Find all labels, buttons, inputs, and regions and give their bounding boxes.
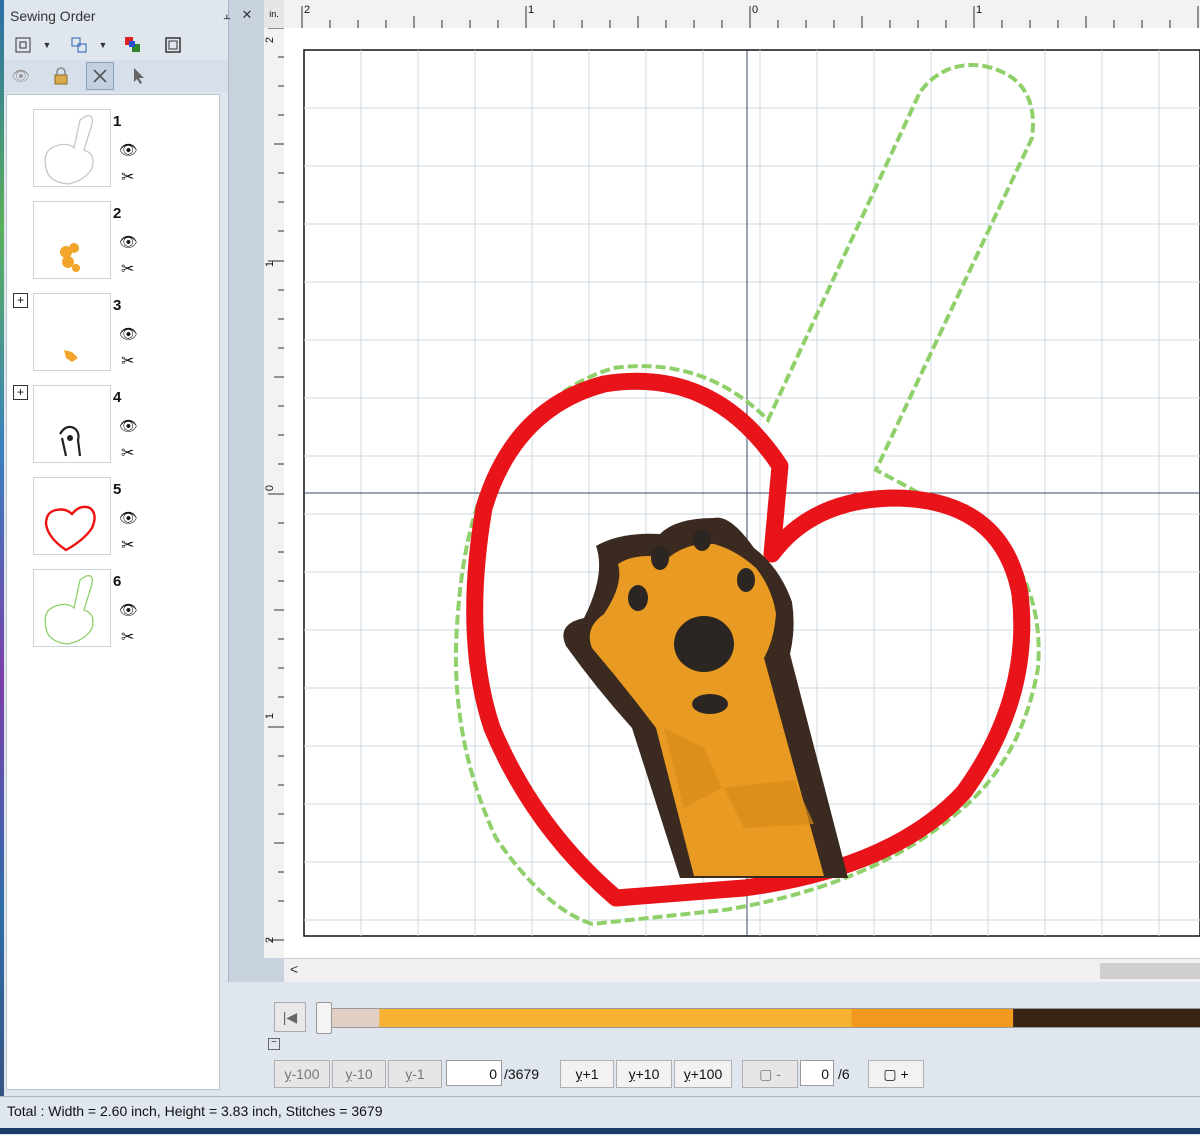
eye-icon[interactable]: 👁: [119, 325, 138, 343]
design-canvas[interactable]: [284, 28, 1200, 958]
list-item[interactable]: + 3 👁 ✂: [7, 287, 219, 375]
group-icon[interactable]: [68, 34, 90, 56]
sewing-order-list: 1 👁 ✂ 2 👁 ✂ + 3 👁 ✂ + 4 👁 ✂ 5 👁 ✂ 6 👁 ✂: [6, 94, 220, 1090]
current-stitch-input[interactable]: 0: [446, 1060, 502, 1086]
thumbnail[interactable]: [33, 477, 111, 555]
thumbnail[interactable]: [33, 109, 111, 187]
color-back-button[interactable]: ▢ -: [742, 1060, 798, 1088]
back-100-button[interactable]: ỵ -100: [274, 1060, 330, 1088]
current-color-input[interactable]: 0: [800, 1060, 834, 1086]
forward-1-button[interactable]: ỵ +1: [560, 1060, 614, 1088]
item-number: 3: [113, 297, 122, 314]
list-item[interactable]: + 4 👁 ✂: [7, 379, 219, 467]
eye-icon[interactable]: 👁: [119, 233, 138, 251]
ruler-label: 0: [752, 4, 759, 16]
scroll-left-icon[interactable]: <: [290, 961, 298, 977]
item-number: 2: [113, 205, 122, 222]
forward-100-button[interactable]: ỵ +100: [674, 1060, 732, 1088]
scrollbar-thumb[interactable]: [1100, 963, 1200, 979]
timeline-segment: [1013, 1009, 1200, 1027]
scissors-icon[interactable]: ✂: [121, 351, 134, 371]
collapse-icon[interactable]: −: [268, 1038, 280, 1050]
thumbnail[interactable]: [33, 293, 111, 371]
eye-icon[interactable]: 👁: [119, 601, 138, 619]
stitch-timeline[interactable]: [326, 1008, 1200, 1028]
dropdown-arrow-icon[interactable]: ▼: [92, 34, 114, 56]
cursor-icon[interactable]: [128, 65, 150, 87]
scissors-icon[interactable]: ✂: [121, 627, 134, 647]
total-colors: /6: [838, 1066, 850, 1082]
needle-icon: ỵ: [575, 1066, 583, 1082]
scissors-icon[interactable]: ✂: [121, 443, 134, 463]
scissors-icon[interactable]: ✂: [121, 259, 134, 279]
item-number: 6: [113, 573, 122, 590]
forward-10-button[interactable]: ỵ +10: [616, 1060, 672, 1088]
go-to-start-icon[interactable]: |◀: [274, 1002, 306, 1032]
color-sort-icon[interactable]: [122, 34, 144, 56]
panel-title-bar: Sewing Order ⫠ ✕: [4, 0, 252, 30]
ruler-left: 2 1 0 1 2: [264, 28, 285, 958]
ruler-top: 2 1 0 1: [284, 0, 1200, 29]
ruler-label: 2: [264, 936, 277, 944]
item-number: 5: [113, 481, 122, 498]
stitch-simulator-panel: |◀ − ỵ -100 ỵ -10 ỵ -1 0 /3679 ỵ +1 ỵ +10 ỵ +1…: [228, 982, 1200, 1096]
back-10-button[interactable]: ỵ -10: [332, 1060, 386, 1088]
timeline-segment: [379, 1009, 852, 1027]
scissors-icon[interactable]: ✂: [121, 535, 134, 555]
scissors-icon[interactable]: ✂: [121, 167, 134, 187]
ruler-label: 0: [264, 484, 277, 492]
ruler-label: 1: [976, 4, 983, 16]
status-text: Total : Width = 2.60 inch, Height = 3.83…: [7, 1103, 383, 1119]
close-icon[interactable]: ✕: [236, 4, 258, 26]
ruler-label: 1: [264, 260, 277, 268]
needle-icon: ỵ: [284, 1066, 292, 1082]
eye-icon[interactable]: 👁: [119, 417, 138, 435]
color-forward-button[interactable]: ▢ +: [868, 1060, 924, 1088]
frame-icon: ▢: [759, 1065, 777, 1082]
eye-icon[interactable]: 👁: [119, 141, 138, 159]
timeline-segment: [327, 1009, 380, 1027]
frame-icon: ▢: [883, 1065, 901, 1082]
ruler-unit: in.: [264, 0, 284, 28]
list-item[interactable]: 2 👁 ✂: [7, 195, 219, 283]
list-item[interactable]: 6 👁 ✂: [7, 563, 219, 651]
timeline-segment: [851, 1009, 1014, 1027]
panel-toolbar-top: ▼ ▼: [4, 30, 228, 60]
thumbnail[interactable]: [33, 201, 111, 279]
fit-view-icon[interactable]: [12, 34, 34, 56]
lock-icon[interactable]: [50, 65, 72, 87]
panel-title: Sewing Order: [10, 8, 96, 24]
frame-icon[interactable]: [162, 34, 184, 56]
needle-icon: ỵ: [345, 1066, 353, 1082]
item-number: 1: [113, 113, 122, 130]
ruler-label: 1: [264, 712, 277, 720]
thumbnail[interactable]: [33, 385, 111, 463]
dropdown-arrow-icon[interactable]: ▼: [36, 34, 58, 56]
horizontal-scrollbar[interactable]: <: [284, 958, 1200, 983]
total-stitches: /3679: [504, 1066, 540, 1082]
needle-icon: ỵ: [628, 1066, 636, 1082]
needle-icon: ỵ: [405, 1066, 413, 1082]
expand-toggle[interactable]: +: [13, 293, 28, 308]
back-1-button[interactable]: ỵ -1: [388, 1060, 442, 1088]
sewing-order-panel: Sewing Order ⫠ ✕ ▼ ▼ 👁 1 👁 ✂ 2 👁 ✂ + 3 👁…: [4, 0, 252, 1096]
taskbar-edge: [0, 1128, 1200, 1134]
eye-icon[interactable]: 👁: [119, 509, 138, 527]
thumbnail[interactable]: [33, 569, 111, 647]
ruler-label: 2: [264, 36, 277, 44]
panel-toolbar-bottom: 👁: [4, 60, 228, 92]
needle-icon: ỵ: [683, 1066, 691, 1082]
expand-toggle[interactable]: +: [13, 385, 28, 400]
ruler-label: 2: [304, 4, 311, 16]
pin-icon[interactable]: ⫠: [216, 4, 238, 26]
list-item[interactable]: 5 👁 ✂: [7, 471, 219, 559]
eye-icon[interactable]: 👁: [10, 65, 32, 87]
timeline-slider-thumb[interactable]: [316, 1002, 332, 1034]
item-number: 4: [113, 389, 122, 406]
scissors-toggle-icon[interactable]: [86, 62, 114, 90]
ruler-label: 1: [528, 4, 535, 16]
list-item[interactable]: 1 👁 ✂: [7, 103, 219, 191]
